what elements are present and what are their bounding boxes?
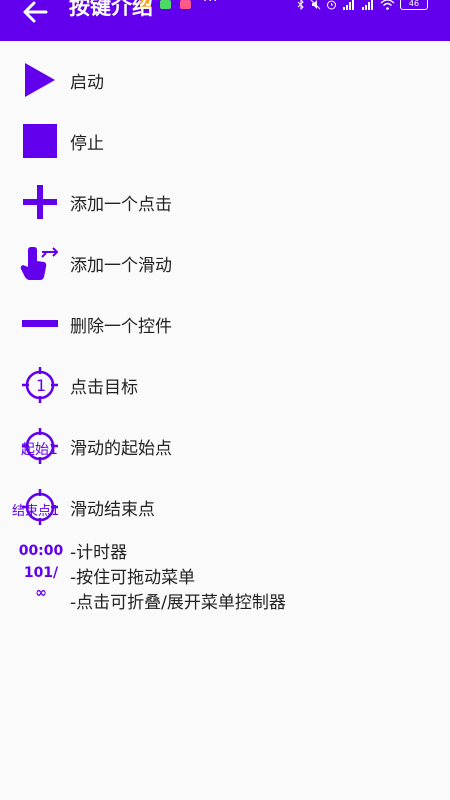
swipe-hand-icon [16, 243, 64, 283]
arrow-left-icon [23, 1, 48, 23]
list-item-delete-control: 删除一个控件 [0, 300, 450, 348]
crosshair-swipe-start-icon: 起始1 [16, 426, 64, 466]
battery-icon: 46 [400, 0, 428, 10]
list-item-swipe-end: 结束点1 滑动结束点 [0, 483, 450, 531]
list-item-add-click: 添加一个点击 [0, 178, 450, 226]
notification-icon [160, 0, 171, 9]
app-bar: ··· 46 按键介绍 [0, 0, 450, 41]
crosshair-number: 起始1 [21, 442, 58, 458]
signal-icon [343, 0, 354, 10]
list-item-swipe-start: 起始1 滑动的起始点 [0, 422, 450, 470]
timer-count: 101/ [23, 565, 59, 581]
list-item-label: 添加一个滑动 [70, 256, 172, 276]
page-title: 按键介绍 [69, 0, 153, 19]
list-item-stop: 停止 [0, 117, 450, 165]
timer-descriptions: -计时器 -按住可拖动菜单 -点击可折叠/展开菜单控制器 [70, 541, 286, 616]
crosshair-swipe-end-icon: 结束点1 [12, 487, 64, 527]
list-item-label: 停止 [70, 134, 104, 154]
list-item-label: 启动 [70, 73, 104, 93]
timer-infinity: ∞ [35, 585, 47, 601]
description-line: -计时器 [70, 543, 128, 563]
back-button[interactable] [18, 0, 52, 24]
list-item-click-target: 1 点击目标 [0, 361, 450, 409]
status-bar: ··· 46 [0, 0, 450, 14]
bluetooth-icon [297, 0, 304, 10]
list-item-label: 点击目标 [70, 378, 138, 398]
list-item-label: 滑动结束点 [70, 500, 155, 520]
plus-icon [16, 182, 64, 222]
timer-widget: 00:00 101/ ∞ [16, 541, 66, 603]
list-item-label: 滑动的起始点 [70, 439, 172, 459]
stop-icon [16, 121, 64, 161]
list-item-label: 删除一个控件 [70, 317, 172, 337]
play-icon [16, 60, 64, 100]
mute-icon [310, 0, 321, 9]
signal-icon [362, 0, 373, 10]
description-line: -点击可折叠/展开菜单控制器 [70, 593, 286, 613]
notification-icon [180, 0, 191, 9]
description-line: -按住可拖动菜单 [70, 568, 196, 588]
wifi-icon [380, 0, 395, 10]
timer-time: 00:00 [18, 543, 64, 559]
crosshair-number: 结束点1 [12, 504, 60, 519]
status-icons: 46 [297, 0, 428, 10]
list-item-start: 启动 [0, 56, 450, 104]
crosshair-number: 1 [36, 376, 47, 395]
status-overflow: ··· [203, 0, 219, 9]
list-item-add-swipe: 添加一个滑动 [0, 239, 450, 287]
minus-icon [16, 304, 64, 344]
alarm-icon [327, 0, 336, 9]
crosshair-target-icon: 1 [16, 365, 64, 405]
list-item-label: 添加一个点击 [70, 195, 172, 215]
